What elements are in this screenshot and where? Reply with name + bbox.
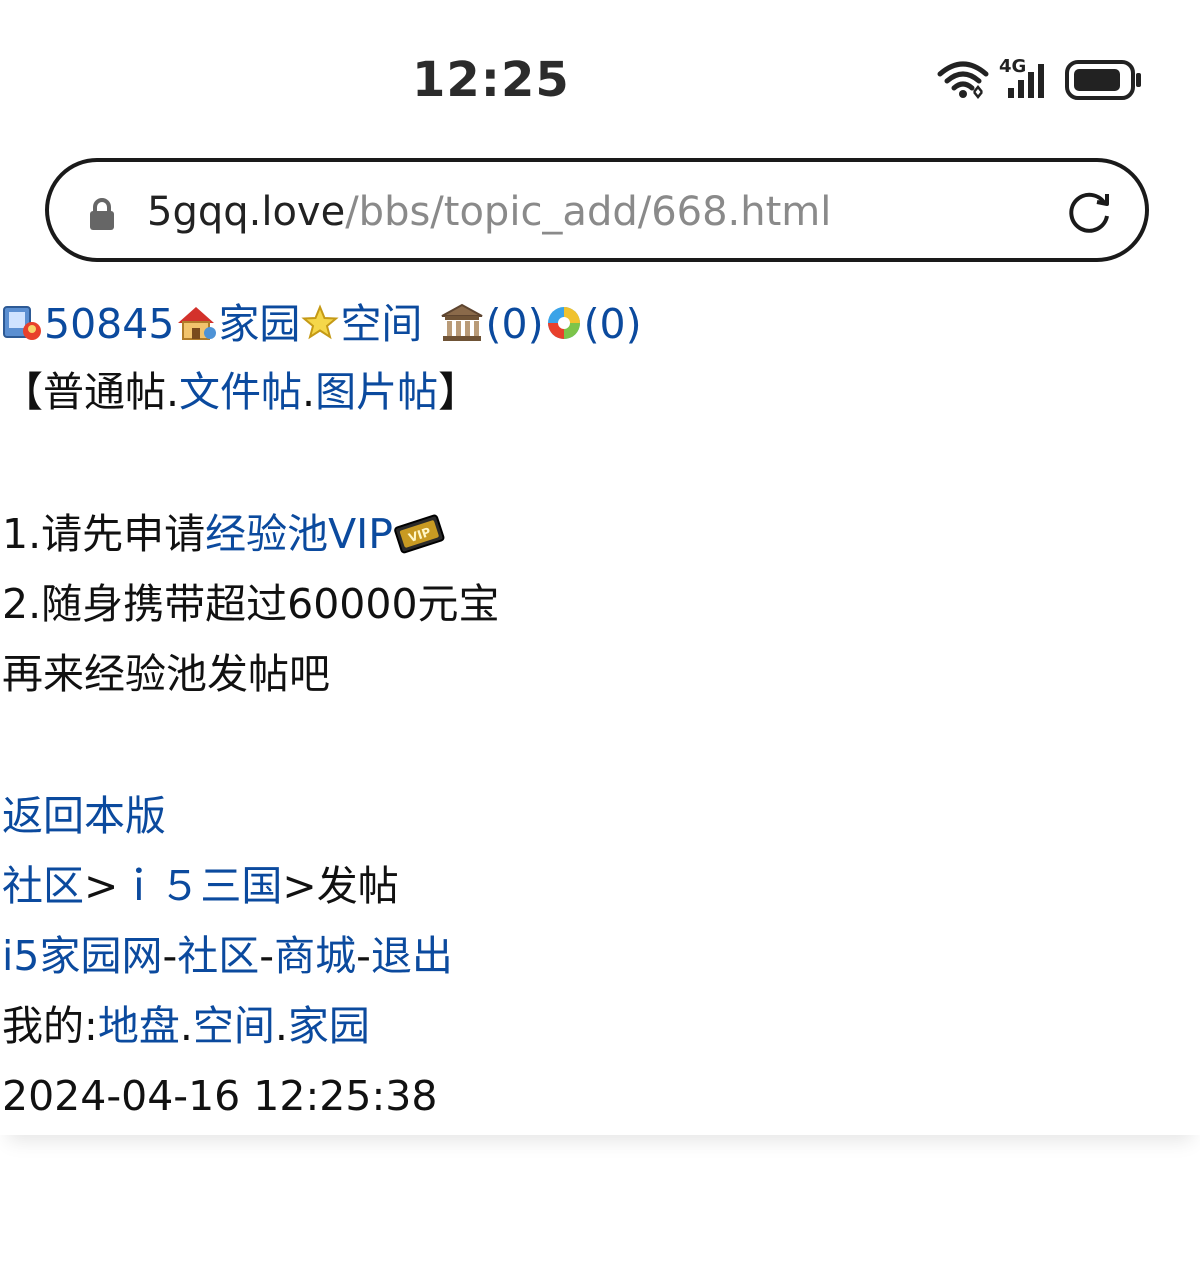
- separator: .: [166, 368, 180, 416]
- logout-link[interactable]: 退出: [371, 932, 453, 980]
- post-type-normal: 普通帖: [43, 368, 166, 416]
- site-mall-link[interactable]: 商城: [274, 932, 356, 980]
- user-id-link[interactable]: 50845: [44, 300, 174, 348]
- home-link[interactable]: 家园: [218, 300, 300, 348]
- post-type-file-link[interactable]: 文件帖: [179, 368, 302, 416]
- my-links: 我的:地盘.空间.家园: [2, 996, 370, 1056]
- notice-line-1: 1.请先申请经验池VIP VIP: [2, 504, 445, 564]
- address-bar[interactable]: 5gqq.love/bbs/topic_add/668.html: [45, 158, 1149, 262]
- my-label: 我的:: [2, 1002, 98, 1050]
- lock-icon: [90, 198, 114, 230]
- my-home-link[interactable]: 家园: [288, 1002, 370, 1050]
- separator: -: [259, 932, 275, 980]
- site-community-link[interactable]: 社区: [177, 932, 259, 980]
- status-bar: 12:25 4G: [0, 0, 1200, 150]
- vip-apply-link[interactable]: 经验池VIP: [205, 510, 393, 558]
- my-territory-link[interactable]: 地盘: [98, 1002, 180, 1050]
- page-timestamp: 2024-04-16 12:25:38: [2, 1072, 438, 1120]
- separator: .: [179, 1002, 193, 1050]
- post-type-selector: 【普通帖.文件帖.图片帖】: [2, 362, 479, 422]
- site-links: i5家园网-社区-商城-退出: [2, 926, 453, 986]
- my-space-link[interactable]: 空间: [193, 1002, 275, 1050]
- house-icon: [178, 307, 217, 340]
- breadcrumb-separator: >: [282, 862, 317, 910]
- site-home-link[interactable]: i5家园网: [2, 932, 162, 980]
- star-icon: [301, 304, 340, 340]
- url-path: /bbs/topic_add/668.html: [345, 189, 832, 235]
- user-status-icon: [3, 306, 41, 340]
- breadcrumb-community-link[interactable]: 社区: [2, 862, 84, 910]
- battery-icon: [1065, 60, 1141, 100]
- post-type-image-link[interactable]: 图片帖: [315, 368, 438, 416]
- bank-icon: [442, 303, 483, 341]
- page-content: 50845 家园 空间 (0) (0) 【普通帖.文件帖.图片帖】 1.请先申请…: [0, 290, 1200, 1135]
- color-count-link[interactable]: (0): [584, 300, 642, 348]
- reload-icon[interactable]: [1065, 186, 1115, 236]
- url-text[interactable]: 5gqq.love/bbs/topic_add/668.html: [147, 188, 831, 236]
- bracket-open: 【: [2, 368, 43, 416]
- space-link[interactable]: 空间: [340, 300, 422, 348]
- breadcrumb-board-link[interactable]: ｉ５三国: [118, 862, 282, 910]
- bank-count-link[interactable]: (0): [485, 300, 543, 348]
- breadcrumb: 社区>ｉ５三国>发帖: [2, 856, 399, 916]
- separator: .: [302, 368, 316, 416]
- cellular-signal-icon: [1008, 64, 1044, 98]
- wifi-icon: [937, 61, 989, 100]
- notice-line-3: 再来经验池发帖吧: [2, 650, 330, 698]
- back-to-board-link[interactable]: 返回本版: [2, 792, 166, 840]
- notice-line-2: 2.随身携带超过60000元宝: [2, 580, 500, 628]
- back-to-board-row: 返回本版: [2, 786, 166, 846]
- separator: -: [162, 932, 178, 980]
- top-nav: 50845 家园 空间 (0) (0): [2, 294, 642, 354]
- vip-card-icon: VIP: [394, 514, 445, 554]
- url-host: 5gqq.love: [147, 189, 346, 235]
- separator: -: [356, 932, 371, 980]
- separator: .: [274, 1002, 288, 1050]
- status-clock: 12:25: [412, 52, 570, 108]
- notice-prefix: 1.请先申请: [2, 510, 206, 558]
- color-wheel-icon: [547, 307, 580, 339]
- breadcrumb-current: 发帖: [316, 862, 399, 910]
- breadcrumb-separator: >: [84, 862, 119, 910]
- bracket-close: 】: [438, 368, 480, 416]
